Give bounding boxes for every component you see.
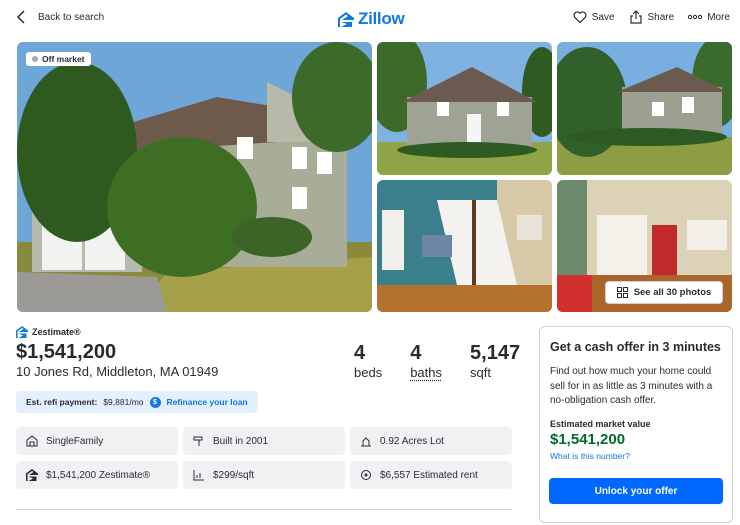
main-photo[interactable]	[17, 42, 372, 312]
hammer-icon	[193, 436, 203, 446]
more-dots-icon	[688, 14, 703, 20]
status-dot-icon	[32, 56, 38, 62]
see-all-label: See all 30 photos	[633, 287, 712, 298]
section-divider	[16, 509, 512, 510]
top-bar: Back to search Zillow Save Share More	[0, 0, 740, 38]
foyer-interior-photo	[377, 180, 552, 312]
fact-text: SingleFamily	[46, 435, 104, 447]
gallery-photo-foyer[interactable]	[377, 180, 552, 312]
status-badge-label: Off market	[42, 54, 85, 64]
cash-offer-card: Get a cash offer in 3 minutes Find out h…	[539, 326, 733, 523]
refi-banner: Est. refi payment: $9,881/mo $ Refinance…	[16, 391, 258, 413]
house-side-photo	[557, 42, 732, 175]
house-icon	[26, 435, 38, 447]
lot-icon	[361, 437, 371, 447]
fact-lot-size: 0.92 Acres Lot	[350, 427, 512, 455]
listing-address: 10 Jones Rd, Middleton, MA 01949	[16, 364, 219, 379]
rent-icon	[361, 470, 371, 480]
zillow-logo-icon	[338, 11, 354, 27]
logo-text: Zillow	[358, 9, 405, 28]
fact-price-per-sqft: $299/sqft	[183, 461, 345, 489]
back-label: Back to search	[38, 11, 105, 23]
home-stats: 4 beds 4 baths 5,147 sqft	[354, 342, 548, 380]
share-icon	[629, 10, 642, 24]
unlock-offer-button[interactable]: Unlock your offer	[549, 478, 723, 504]
fact-estimated-rent: $6,557 Estimated rent	[350, 461, 512, 489]
fact-text: $299/sqft	[213, 469, 255, 481]
zestimate-header: Zestimate®	[16, 326, 81, 338]
fact-text: 0.92 Acres Lot	[380, 435, 444, 447]
what-is-this-link[interactable]: What is this number?	[550, 451, 722, 461]
refinance-link[interactable]: Refinance your loan	[167, 397, 248, 407]
sqft-label: sqft	[470, 365, 491, 380]
baths-value: 4	[410, 342, 422, 364]
beds-stat: 4 beds	[354, 342, 382, 380]
fact-year-built: Built in 2001	[183, 427, 345, 455]
more-label: More	[707, 11, 730, 23]
sqft-value: 5,147	[470, 342, 521, 364]
fact-home-type: SingleFamily	[16, 427, 178, 455]
gallery-photo-front[interactable]	[377, 42, 552, 175]
share-label: Share	[647, 11, 675, 23]
photo-gallery: Off market See all 30 photos	[17, 42, 732, 312]
top-actions: Save Share More	[573, 10, 730, 24]
cash-offer-title: Get a cash offer in 3 minutes	[550, 340, 721, 354]
grid-icon	[616, 287, 628, 298]
gallery-photo-side[interactable]	[557, 42, 732, 175]
share-button[interactable]: Share	[629, 10, 675, 24]
heart-icon	[573, 11, 587, 24]
see-all-photos-button[interactable]: See all 30 photos	[605, 281, 723, 304]
status-badge: Off market	[26, 52, 91, 66]
beds-label: beds	[354, 365, 383, 380]
dollar-icon: $	[149, 396, 161, 408]
back-to-search-link[interactable]: Back to search	[16, 10, 104, 24]
beds-value: 4	[354, 342, 366, 364]
refi-label: Est. refi payment:	[26, 397, 98, 407]
baths-label[interactable]: baths	[410, 365, 442, 380]
zestimate-logo-icon	[16, 326, 28, 338]
refi-amount: $9,881/mo	[103, 397, 144, 407]
baths-stat[interactable]: 4 baths	[410, 342, 442, 380]
fact-text: Built in 2001	[213, 435, 269, 447]
cash-offer-body: Find out how much your home could sell f…	[550, 366, 713, 406]
listing-price: $1,541,200	[16, 341, 117, 363]
chevron-left-icon	[16, 10, 25, 24]
fact-text: $6,557 Estimated rent	[380, 469, 478, 481]
house-front-photo	[377, 42, 552, 175]
save-button[interactable]: Save	[573, 10, 615, 24]
fact-text: $1,541,200 Zestimate®	[46, 469, 151, 481]
zestimate-icon	[26, 469, 38, 481]
estimated-value: $1,541,200	[550, 430, 626, 448]
price-sqft-icon	[193, 470, 204, 481]
zestimate-label: Zestimate®	[32, 327, 81, 337]
zillow-logo[interactable]: Zillow	[338, 9, 405, 29]
more-button[interactable]: More	[688, 10, 730, 24]
house-exterior-photo	[17, 42, 372, 312]
sqft-stat: 5,147 sqft	[470, 342, 520, 380]
save-label: Save	[591, 11, 615, 23]
estimated-value-label: Estimated market value	[550, 418, 651, 429]
fact-zestimate: $1,541,200 Zestimate®	[16, 461, 178, 489]
